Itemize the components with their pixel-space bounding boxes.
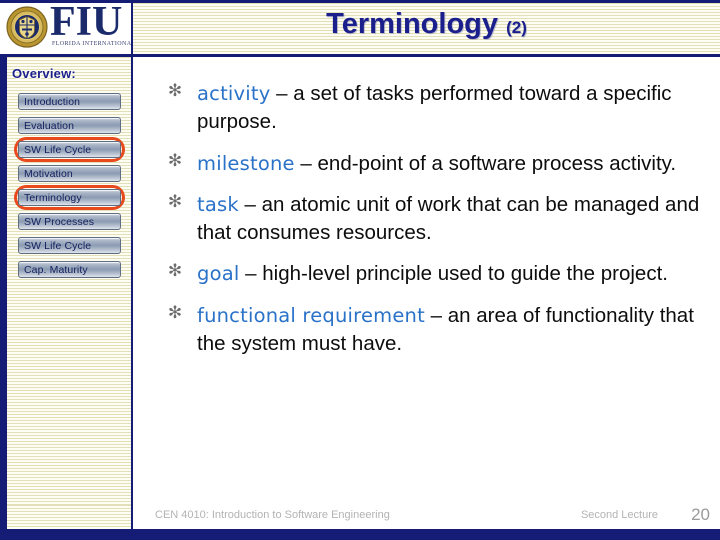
- term-label: functional requirement: [197, 303, 425, 327]
- term-label: activity: [197, 82, 271, 105]
- sidebar-item-label: SW Processes: [24, 215, 95, 228]
- asterisk-bullet-icon: ✻: [167, 191, 183, 211]
- asterisk-bullet-icon: ✻: [167, 261, 183, 281]
- left-edge-bar: [0, 57, 7, 529]
- sidebar-nav-list: Introduction Evaluation SW Life Cycle Mo…: [7, 93, 133, 285]
- footer-course-name: CEN 4010: Introduction to Software Engin…: [155, 509, 390, 521]
- sidebar-item-label: SW Life Cycle: [24, 143, 92, 156]
- sidebar-button[interactable]: Introduction: [18, 93, 121, 110]
- sidebar-item-evaluation[interactable]: Evaluation: [18, 117, 121, 134]
- slide-footer: CEN 4010: Introduction to Software Engin…: [135, 505, 720, 529]
- fiu-logo: FIU FLORIDA INTERNATIONAL UNIVERSITY: [0, 3, 133, 54]
- page-title-text: Terminology: [326, 8, 499, 40]
- sidebar-item-sw-processes[interactable]: SW Processes: [18, 213, 121, 230]
- sidebar-item-label: Cap. Maturity: [24, 263, 88, 276]
- sidebar-button[interactable]: Terminology: [18, 189, 121, 206]
- slide-content: ✻ activity – a set of tasks performed to…: [135, 57, 720, 529]
- bullet-item-task: ✻ task – an atomic unit of work that can…: [162, 191, 702, 248]
- asterisk-bullet-icon: ✻: [167, 302, 183, 322]
- fiu-seal-icon: [6, 6, 48, 48]
- sidebar-footer-strip: [7, 505, 133, 529]
- sidebar-heading: Overview:: [12, 66, 76, 81]
- sidebar-item-label: SW Life Cycle: [24, 239, 92, 252]
- sidebar-button[interactable]: Cap. Maturity: [18, 261, 121, 278]
- term-definition: – an atomic unit of work that can be man…: [197, 192, 700, 245]
- sidebar-item-label: Introduction: [24, 95, 81, 108]
- sidebar-item-label: Evaluation: [24, 119, 75, 132]
- term-definition: – end-point of a software process activi…: [294, 151, 677, 175]
- bullet-list: ✻ activity – a set of tasks performed to…: [162, 80, 702, 371]
- sidebar-button[interactable]: SW Processes: [18, 213, 121, 230]
- sidebar-button[interactable]: SW Life Cycle: [18, 141, 121, 158]
- term-label: goal: [197, 262, 240, 286]
- fiu-university-name: FLORIDA INTERNATIONAL UNIVERSITY: [52, 41, 133, 47]
- page-title: Terminology (2): [133, 8, 720, 41]
- sidebar-item-introduction[interactable]: Introduction: [18, 93, 121, 110]
- footer-lecture-name: Second Lecture: [580, 509, 658, 521]
- sidebar-item-sw-life-cycle[interactable]: SW Life Cycle: [14, 137, 125, 162]
- asterisk-bullet-icon: ✻: [167, 150, 183, 170]
- asterisk-bullet-icon: ✻: [167, 81, 183, 100]
- sidebar: Overview: Introduction Evaluation SW Lif…: [7, 57, 133, 529]
- term-label: milestone: [197, 151, 295, 175]
- term-definition: – high-level principle used to guide the…: [239, 262, 668, 286]
- bullet-item-activity: ✻ activity – a set of tasks performed to…: [162, 80, 702, 137]
- title-band: Terminology (2): [133, 3, 720, 54]
- slide-header: FIU FLORIDA INTERNATIONAL UNIVERSITY Ter…: [0, 0, 720, 57]
- sidebar-item-sw-life-cycle-2[interactable]: SW Life Cycle: [18, 237, 121, 254]
- sidebar-item-terminology[interactable]: Terminology: [14, 185, 125, 210]
- sidebar-item-label: Terminology: [24, 191, 82, 204]
- bullet-item-milestone: ✻ milestone – end-point of a software pr…: [162, 150, 702, 178]
- sidebar-item-motivation[interactable]: Motivation: [18, 165, 121, 182]
- footer-page-number: 20: [691, 505, 710, 524]
- page-title-suffix: (2): [506, 18, 527, 37]
- sidebar-item-label: Motivation: [24, 167, 73, 180]
- sidebar-item-cap-maturity[interactable]: Cap. Maturity: [18, 261, 121, 278]
- bullet-item-goal: ✻ goal – high-level principle used to gu…: [162, 260, 702, 288]
- slide: FIU FLORIDA INTERNATIONAL UNIVERSITY Ter…: [0, 0, 720, 540]
- term-label: task: [197, 192, 239, 216]
- bullet-item-functional-requirement: ✻ functional requirement – an area of fu…: [162, 302, 702, 359]
- fiu-wordmark: FIU: [50, 3, 123, 45]
- sidebar-button[interactable]: Evaluation: [18, 117, 121, 134]
- sidebar-button[interactable]: SW Life Cycle: [18, 237, 121, 254]
- sidebar-button[interactable]: Motivation: [18, 165, 121, 182]
- bottom-bar: [0, 529, 720, 540]
